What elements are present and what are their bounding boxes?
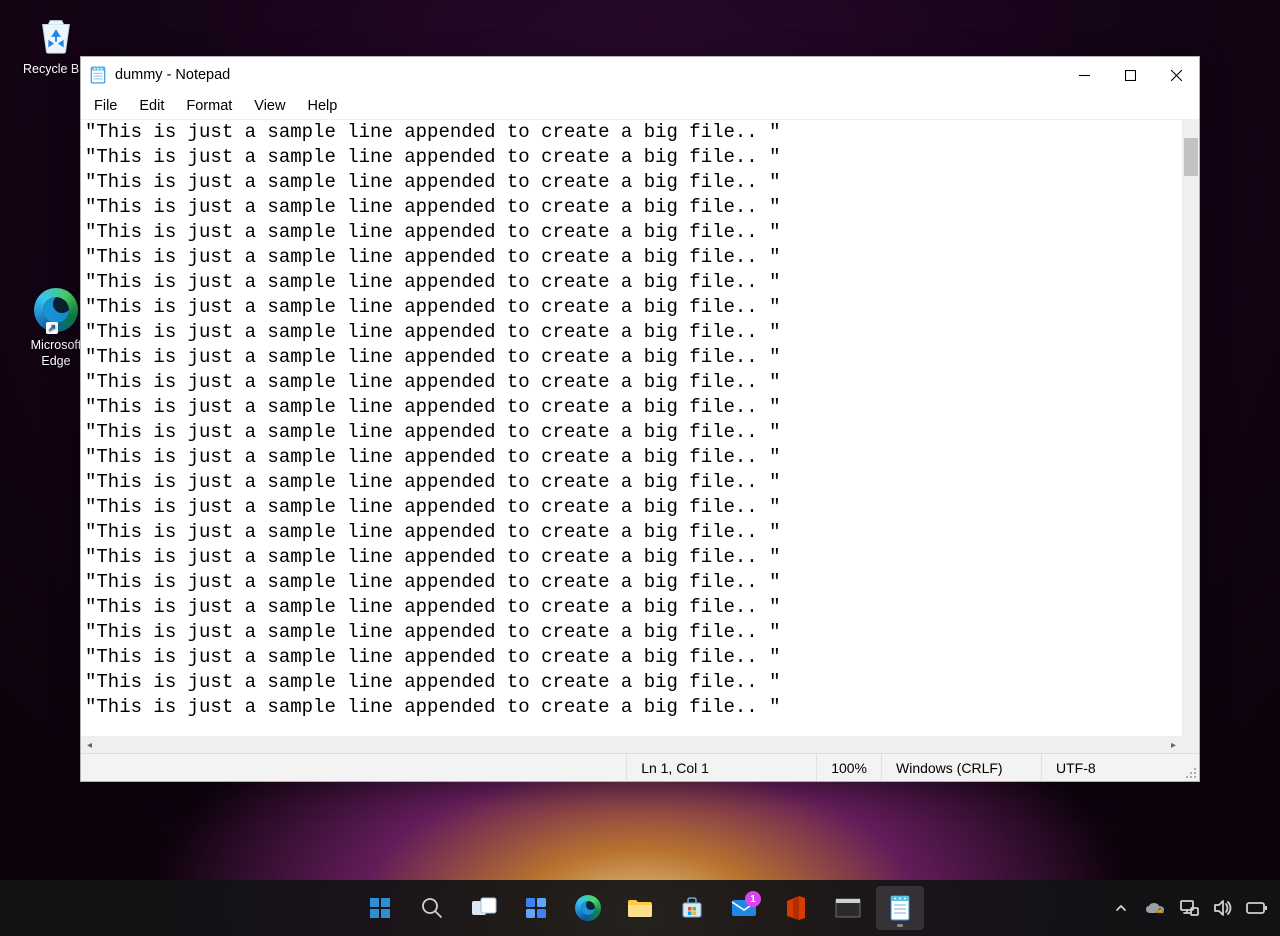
notepad-icon bbox=[887, 895, 913, 921]
onedrive-tray-icon[interactable]: ! bbox=[1144, 897, 1166, 919]
editor-area: "This is just a sample line appended to … bbox=[81, 119, 1199, 753]
scroll-left-icon[interactable]: ◂ bbox=[81, 737, 98, 754]
statusbar: Ln 1, Col 1 100% Windows (CRLF) UTF-8 bbox=[81, 753, 1199, 781]
edge-icon bbox=[575, 895, 601, 921]
status-position: Ln 1, Col 1 bbox=[626, 754, 816, 781]
window-title: dummy - Notepad bbox=[115, 67, 230, 83]
task-view-icon bbox=[471, 895, 497, 921]
task-view-button[interactable] bbox=[460, 886, 508, 930]
battery-tray-icon[interactable] bbox=[1246, 897, 1268, 919]
menu-help[interactable]: Help bbox=[296, 96, 348, 116]
status-zoom: 100% bbox=[816, 754, 881, 781]
system-tray: ! bbox=[1110, 897, 1268, 919]
search-icon bbox=[419, 895, 445, 921]
office-icon bbox=[783, 895, 809, 921]
scroll-right-icon[interactable]: ▸ bbox=[1165, 737, 1182, 754]
tray-overflow-button[interactable] bbox=[1110, 897, 1132, 919]
mail-badge: 1 bbox=[745, 891, 761, 907]
notepad-app-icon bbox=[89, 66, 107, 84]
close-button[interactable] bbox=[1153, 57, 1199, 93]
status-encoding: UTF-8 bbox=[1041, 754, 1181, 781]
vertical-scrollbar[interactable] bbox=[1182, 120, 1199, 736]
menubar: File Edit Format View Help bbox=[81, 93, 1199, 119]
maximize-button[interactable] bbox=[1107, 57, 1153, 93]
folder-icon bbox=[627, 895, 653, 921]
terminal-icon bbox=[835, 895, 861, 921]
search-button[interactable] bbox=[408, 886, 456, 930]
widgets-button[interactable] bbox=[512, 886, 560, 930]
store-button[interactable] bbox=[668, 886, 716, 930]
terminal-button[interactable] bbox=[824, 886, 872, 930]
edge-icon: ↗ bbox=[32, 286, 80, 334]
widgets-icon bbox=[523, 895, 549, 921]
titlebar[interactable]: dummy - Notepad bbox=[81, 57, 1199, 93]
text-content[interactable]: "This is just a sample line appended to … bbox=[81, 120, 1182, 736]
menu-edit[interactable]: Edit bbox=[128, 96, 175, 116]
volume-tray-icon[interactable] bbox=[1212, 897, 1234, 919]
status-blank bbox=[81, 754, 626, 781]
status-eol: Windows (CRLF) bbox=[881, 754, 1041, 781]
network-tray-icon[interactable] bbox=[1178, 897, 1200, 919]
svg-text:!: ! bbox=[1159, 908, 1160, 914]
scroll-corner bbox=[1182, 736, 1199, 753]
shortcut-arrow-icon: ↗ bbox=[46, 322, 58, 334]
menu-file[interactable]: File bbox=[83, 96, 128, 116]
minimize-button[interactable] bbox=[1061, 57, 1107, 93]
windows-logo-icon bbox=[367, 895, 393, 921]
edge-taskbar-button[interactable] bbox=[564, 886, 612, 930]
notepad-taskbar-button[interactable] bbox=[876, 886, 924, 930]
mail-button[interactable]: 1 bbox=[720, 886, 768, 930]
file-explorer-button[interactable] bbox=[616, 886, 664, 930]
menu-view[interactable]: View bbox=[243, 96, 296, 116]
taskbar: 1 ! bbox=[0, 880, 1280, 936]
menu-format[interactable]: Format bbox=[175, 96, 243, 116]
start-button[interactable] bbox=[356, 886, 404, 930]
mail-icon: 1 bbox=[731, 895, 757, 921]
horizontal-scrollbar[interactable]: ◂ ▸ bbox=[81, 736, 1182, 753]
store-icon bbox=[679, 895, 705, 921]
office-button[interactable] bbox=[772, 886, 820, 930]
scrollbar-thumb[interactable] bbox=[1184, 138, 1198, 176]
recycle-bin-icon bbox=[32, 10, 80, 58]
notepad-window: dummy - Notepad File Edit Format View He… bbox=[80, 56, 1200, 782]
resize-grip[interactable] bbox=[1181, 754, 1199, 781]
